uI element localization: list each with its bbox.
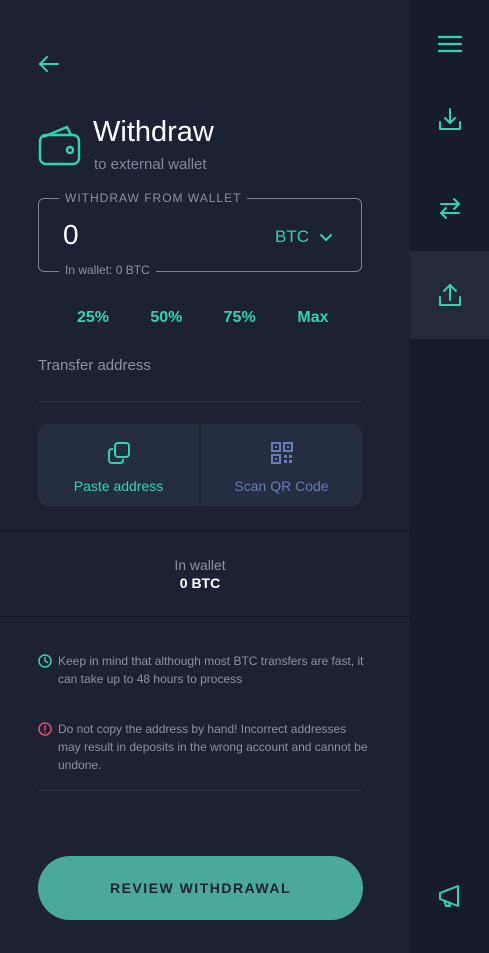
currency-label: BTC	[275, 227, 309, 246]
paste-address-button[interactable]: Paste address	[38, 424, 199, 506]
withdraw-button[interactable]	[410, 251, 489, 339]
transfer-address-input[interactable]: Transfer address	[38, 357, 151, 374]
menu-icon	[437, 35, 462, 53]
withdraw-icon	[438, 284, 461, 306]
divider	[0, 616, 410, 617]
paste-address-label: Paste address	[73, 478, 164, 494]
percent-25-button[interactable]: 25%	[58, 309, 128, 327]
announcements-button[interactable]	[410, 852, 489, 940]
review-withdrawal-button[interactable]: REVIEW WITHDRAWAL	[38, 856, 363, 920]
back-arrow-icon[interactable]	[36, 52, 62, 76]
in-wallet-label: In wallet	[174, 557, 226, 573]
qr-code-icon	[270, 442, 293, 464]
withdraw-from-wallet-field[interactable]: WITHDRAW FROM WALLET 0 BTC In wallet: 0 …	[38, 191, 362, 277]
page-subtitle: to external wallet	[94, 156, 207, 173]
info-note-text: Keep in mind that although most BTC tran…	[58, 654, 364, 686]
scan-qr-label: Scan QR Code	[234, 478, 329, 494]
main-panel: Withdraw to external wallet WITHDRAW FRO…	[0, 0, 410, 953]
side-rail	[410, 0, 489, 953]
wallet-icon	[38, 125, 81, 166]
amount-input[interactable]: 0	[63, 219, 79, 251]
wallet-field-legend: WITHDRAW FROM WALLET	[59, 191, 248, 205]
warning-note-text: Do not copy the address by hand! Incorre…	[58, 722, 368, 772]
wallet-balance-hint: In wallet: 0 BTC	[59, 263, 156, 277]
clock-icon	[38, 654, 52, 668]
percent-50-button[interactable]: 50%	[131, 309, 201, 327]
deposit-button[interactable]	[410, 76, 489, 164]
page-title: Withdraw	[93, 116, 214, 148]
percent-75-button[interactable]: 75%	[205, 309, 275, 327]
transfer-address-underline	[38, 401, 362, 402]
copy-icon	[107, 442, 130, 464]
in-wallet-value: 0 BTC	[179, 575, 221, 591]
percent-max-button[interactable]: Max	[278, 309, 348, 327]
percent-button-row: 25% 50% 75% Max	[58, 309, 348, 327]
alert-icon	[38, 722, 52, 736]
swap-icon	[439, 198, 460, 219]
divider	[38, 790, 362, 791]
deposit-icon	[438, 108, 461, 130]
megaphone-icon	[438, 885, 459, 907]
scan-qr-button[interactable]: Scan QR Code	[201, 424, 362, 506]
swap-button[interactable]	[410, 164, 489, 252]
currency-select[interactable]: BTC	[275, 227, 333, 247]
menu-button[interactable]	[410, 0, 489, 88]
address-actions: Paste address Scan QR Code	[38, 424, 362, 506]
divider	[0, 530, 410, 531]
warning-note: Do not copy the address by hand! Incorre…	[38, 720, 368, 774]
chevron-down-icon	[320, 233, 332, 241]
info-note: Keep in mind that although most BTC tran…	[38, 652, 368, 688]
